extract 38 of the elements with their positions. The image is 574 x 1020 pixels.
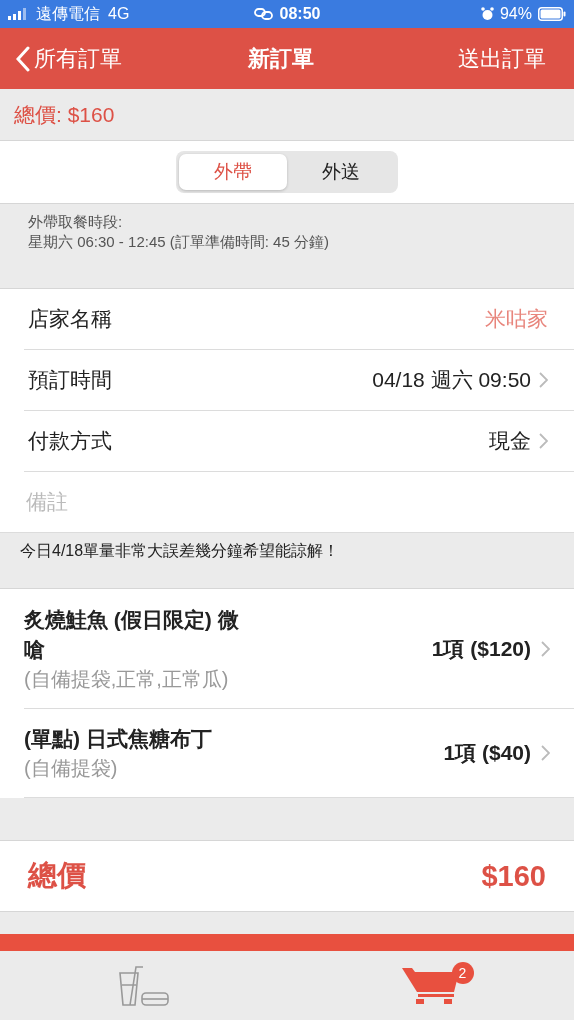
alarm-icon [480, 7, 494, 21]
back-button[interactable]: 所有訂單 [16, 43, 122, 74]
battery-percent: 94% [499, 5, 532, 23]
chevron-icon [541, 745, 550, 761]
page-title: 新訂單 [248, 44, 314, 73]
mode-tab[interactable]: 外帶 [179, 154, 287, 190]
network-type: 4G [108, 5, 130, 23]
submit-order-button[interactable]: 送出訂單 [458, 43, 546, 74]
clock-time: 08:50 [279, 5, 321, 23]
mode-tab[interactable]: 外送 [287, 154, 395, 190]
drink-and-burger-icon[interactable] [117, 964, 170, 1007]
pickup-info-line: 星期六 06:30 - 12:45 (訂單準備時間: 45 分鐘) [28, 232, 330, 252]
chevron-icon [541, 640, 550, 657]
total-amount: $160 [481, 859, 546, 893]
link-icon [253, 8, 274, 20]
item-name: 炙燒鮭魚 (假日限定) 微嗆 [24, 606, 240, 663]
item-options: (自備提袋,正常,正常瓜) [24, 664, 432, 693]
item-name: (單點) 日式焦糖布丁 [24, 726, 213, 752]
chevron-icon [539, 372, 548, 388]
field-value: 米咕家 [485, 306, 548, 332]
chevron-icon [539, 433, 548, 449]
chevron-left-icon [16, 45, 30, 72]
battery-icon [538, 7, 566, 21]
item-options: (自備提袋) [24, 754, 444, 782]
total-summary: 總價: $160 [14, 101, 115, 128]
notice-text: 今日4/18單量非常大誤差幾分鐘希望能諒解！ [20, 542, 340, 559]
field-label: 付款方式 [28, 428, 113, 454]
signal-icon [8, 8, 28, 20]
field-label: 店家名稱 [28, 306, 113, 332]
total-label: 總價 [28, 858, 86, 893]
field-value[interactable]: 現金 [489, 427, 531, 455]
cart-count-badge: 2 [451, 961, 474, 984]
pickup-info-line: 外帶取餐時段: [28, 212, 124, 232]
field-label: 預訂時間 [28, 367, 113, 393]
item-quantity: 1項 ($120) [431, 635, 531, 662]
field-value[interactable]: 04/18 週六 09:50 [372, 366, 531, 394]
carrier-name: 遠傳電信 [36, 3, 100, 24]
item-quantity: 1項 ($40) [443, 740, 531, 766]
